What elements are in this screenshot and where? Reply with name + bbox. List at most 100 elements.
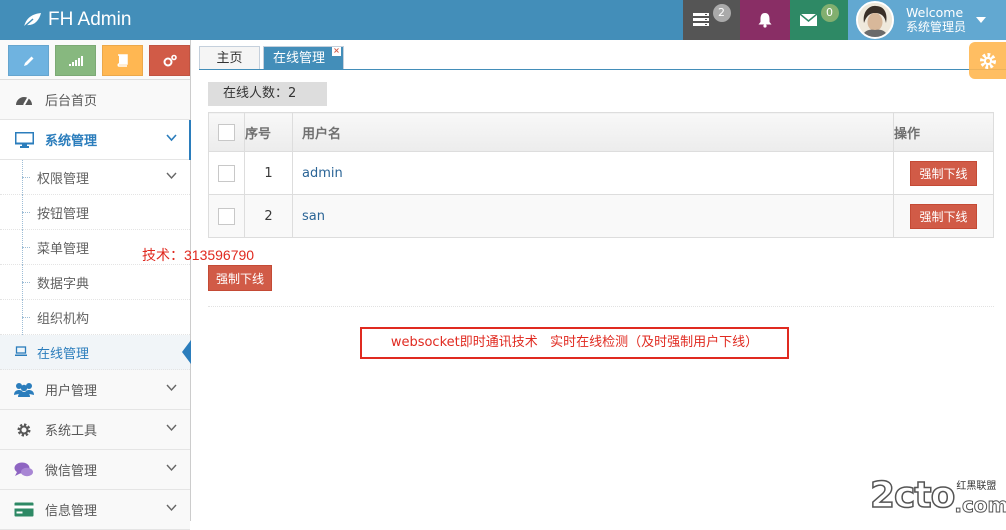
menu-item-home[interactable]: 后台首页: [0, 80, 190, 120]
force-logout-button[interactable]: 强制下线: [910, 160, 977, 186]
chevron-down-icon: [166, 384, 177, 392]
username-link[interactable]: admin: [302, 166, 343, 181]
brand[interactable]: FH Admin: [22, 0, 131, 40]
comments-icon: [14, 460, 34, 480]
column-header-no[interactable]: 序号: [244, 112, 293, 152]
force-logout-button[interactable]: 强制下线: [910, 203, 977, 229]
tab-bar-underline: [199, 69, 1006, 70]
bulk-force-logout-button[interactable]: 强制下线: [208, 265, 273, 291]
signal-icon: [68, 55, 83, 66]
sub-label: 数据字典: [37, 276, 90, 292]
book-icon: [117, 54, 128, 67]
content-divider: [208, 306, 994, 307]
settings-toggle-button[interactable]: [969, 42, 1006, 79]
watermark-big-text: 2cto: [869, 475, 956, 517]
user-menu[interactable]: Welcome 系统管理员: [848, 0, 1006, 40]
menu-item-user-mgmt[interactable]: 用户管理: [0, 370, 190, 410]
dashboard-icon: [14, 90, 34, 110]
shortcut-cogs-button[interactable]: [149, 45, 190, 76]
sub-label: 按钮管理: [37, 206, 90, 222]
laptop-icon: [15, 346, 27, 356]
chevron-down-icon: [166, 172, 177, 180]
row-no: 2: [244, 194, 293, 238]
menu-label-info-mgmt: 信息管理: [45, 504, 98, 519]
caret-down-icon: [976, 17, 987, 23]
row-checkbox[interactable]: [218, 164, 235, 182]
sidebar: 后台首页 系统管理 权限管理 按钮管理 菜单管理 数据字典 组织机构 在线管理: [0, 40, 191, 530]
menu-item-system-mgmt[interactable]: 系统管理: [0, 120, 191, 160]
row-checkbox-cell: [208, 194, 245, 238]
notifications-dropdown[interactable]: [740, 0, 790, 40]
row-username-cell: admin: [292, 151, 894, 195]
shortcut-signal-button[interactable]: [55, 45, 96, 76]
user-role: 系统管理员: [906, 20, 967, 34]
envelope-icon: [799, 14, 817, 26]
gear-icon: [979, 52, 996, 69]
select-all-checkbox[interactable]: [218, 123, 235, 141]
row-no: 1: [244, 151, 293, 195]
tab-label: 在线管理: [273, 51, 326, 66]
annotation-box: websocket即时通讯技术 实时在线检测（及时强制用户下线）: [360, 327, 789, 359]
tab-home[interactable]: 主页: [199, 46, 260, 69]
menu-label-user-mgmt: 用户管理: [45, 384, 98, 399]
row-checkbox[interactable]: [218, 207, 235, 225]
online-count-label: 在线人数：2: [208, 82, 327, 106]
sub-label: 权限管理: [37, 171, 90, 187]
chevron-down-icon: [166, 134, 177, 142]
shortcut-pencil-button[interactable]: [8, 45, 49, 76]
chevron-down-icon: [166, 464, 177, 472]
menu-item-system-tools[interactable]: 系统工具: [0, 410, 190, 450]
avatar: [856, 1, 894, 39]
tab-bar: 主页 在线管理 ×: [199, 46, 347, 70]
row-checkbox-cell: [208, 151, 245, 195]
sidebar-item-button[interactable]: 按钮管理: [0, 195, 190, 230]
sidebar-item-organization[interactable]: 组织机构: [0, 300, 190, 335]
column-header-actions: 操作: [893, 112, 994, 152]
column-header-username[interactable]: 用户名: [292, 112, 894, 152]
chevron-down-icon: [166, 504, 177, 512]
tasks-badge: 2: [712, 4, 731, 22]
watermark-small-text: 红黑联盟: [956, 481, 997, 492]
sub-label: 组织机构: [37, 311, 90, 327]
sidebar-item-permission[interactable]: 权限管理: [0, 160, 190, 195]
sidebar-item-dictionary[interactable]: 数据字典: [0, 265, 190, 300]
sidebar-item-online[interactable]: 在线管理: [0, 335, 191, 370]
users-icon: [14, 380, 34, 400]
tab-online-mgmt[interactable]: 在线管理 ×: [263, 46, 345, 69]
table-header-row: 序号 用户名 操作: [208, 112, 994, 152]
submenu-system-mgmt: 权限管理 按钮管理 菜单管理 数据字典 组织机构 在线管理: [0, 160, 191, 370]
watermark-domain: .com: [954, 493, 1006, 517]
shortcut-book-button[interactable]: [102, 45, 143, 76]
menu-label-home: 后台首页: [45, 94, 98, 109]
messages-dropdown[interactable]: 0: [790, 0, 848, 40]
table-row: 1 admin 强制下线: [208, 151, 994, 195]
row-actions: 强制下线: [893, 194, 994, 238]
welcome-text: Welcome: [906, 5, 964, 20]
credit-card-icon: [14, 500, 34, 520]
tech-contact-note: 技术：313596790: [142, 247, 255, 263]
bell-icon: [758, 13, 772, 28]
desktop-icon: [14, 130, 34, 150]
row-actions: 强制下线: [893, 151, 994, 195]
tasks-dropdown[interactable]: 2: [683, 0, 740, 40]
table-row: 2 san 强制下线: [208, 194, 994, 238]
tasks-icon: [692, 13, 709, 26]
pencil-icon: [23, 56, 33, 66]
menu-item-wechat-mgmt[interactable]: 微信管理: [0, 450, 190, 490]
sub-label: 在线管理: [37, 346, 90, 362]
brand-title: FH Admin: [48, 9, 132, 30]
menu-label-wechat-mgmt: 微信管理: [45, 464, 98, 479]
menu-item-info-mgmt[interactable]: 信息管理: [0, 490, 190, 530]
sub-label: 菜单管理: [37, 241, 90, 257]
active-indicator-arrow: [182, 340, 191, 364]
row-username-cell: san: [292, 194, 894, 238]
close-icon[interactable]: ×: [332, 47, 342, 56]
cog-icon: [14, 420, 34, 440]
menu-label-system-mgmt: 系统管理: [45, 134, 98, 149]
leaf-icon: [23, 13, 41, 28]
cogs-icon: [163, 54, 177, 67]
username-link[interactable]: san: [302, 209, 325, 224]
messages-badge: 0: [820, 4, 839, 22]
online-users-table: 序号 用户名 操作 1 admin 强制下线 2 san 强制下线: [208, 112, 994, 238]
sidebar-shortcuts: [0, 40, 190, 80]
